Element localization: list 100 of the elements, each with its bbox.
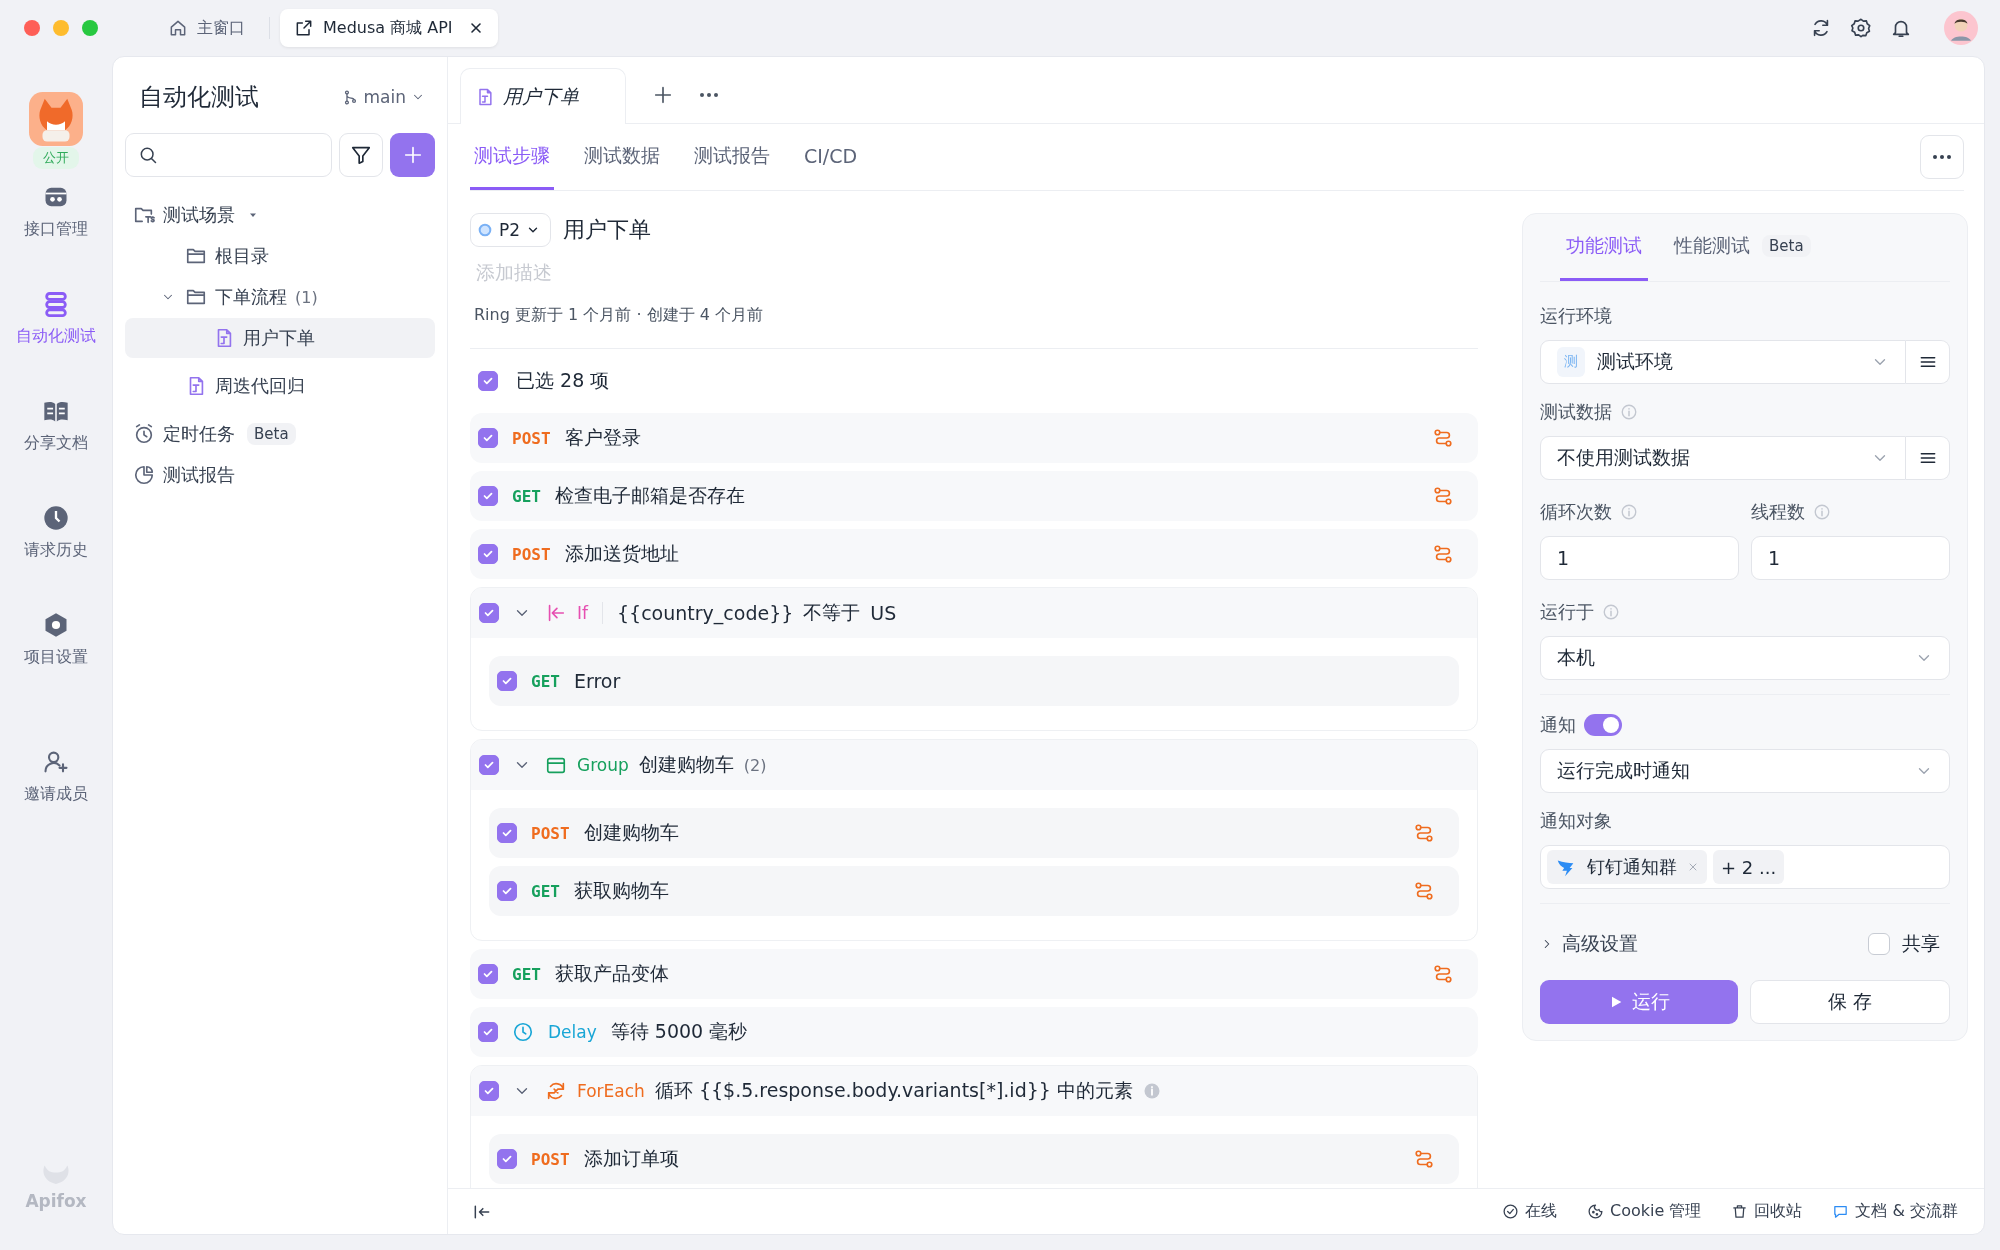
avatar-icon: [1944, 11, 1978, 45]
checkbox[interactable]: [479, 603, 499, 623]
checkbox[interactable]: [1868, 933, 1890, 955]
tree-item[interactable]: 测试场景: [125, 195, 435, 235]
checkbox[interactable]: [497, 1149, 517, 1169]
condition-variable: {{country_code}}: [617, 602, 794, 624]
remove-button[interactable]: [1687, 861, 1699, 873]
clock-icon: [42, 504, 70, 532]
step-name: 获取产品变体: [554, 961, 669, 986]
number-field[interactable]: 1: [1540, 536, 1739, 580]
tab[interactable]: 测试步骤: [470, 124, 554, 190]
tree-item[interactable]: 用户下单: [125, 318, 435, 358]
step-type: ForEach: [577, 1081, 645, 1101]
plus-icon: [652, 84, 674, 106]
file-tab[interactable]: 用户下单: [460, 68, 626, 124]
run-button[interactable]: 运行: [1540, 980, 1738, 1024]
tab[interactable]: 测试报告: [690, 124, 774, 190]
tree-item[interactable]: 定时任务 Beta: [125, 414, 435, 454]
checkbox[interactable]: [478, 1022, 498, 1042]
step-row[interactable]: POST 添加订单项: [489, 1134, 1459, 1184]
beta-badge: Beta: [247, 423, 296, 445]
step-row[interactable]: ForEach 循环 {{$.5.response.body.variants[*].id}} 中的元素: [471, 1066, 1477, 1116]
nav-item[interactable]: 分享文档: [24, 397, 88, 454]
number-field[interactable]: 1: [1751, 536, 1950, 580]
tree-item[interactable]: 下单流程 (1): [125, 277, 435, 317]
nav-item[interactable]: 接口管理: [24, 183, 88, 240]
tree-item[interactable]: 周迭代回归: [125, 366, 435, 406]
step-row[interactable]: If {{country_code}} 不等于 US: [471, 588, 1477, 638]
step-row[interactable]: Delay 等待 5000 毫秒: [470, 1007, 1478, 1057]
search-field[interactable]: [125, 133, 332, 177]
dropdown[interactable]: 运行完成时通知: [1540, 749, 1950, 793]
dropdown[interactable]: 本机: [1540, 636, 1950, 680]
checkbox[interactable]: [497, 823, 517, 843]
checkbox[interactable]: [478, 371, 498, 391]
recipient-tag: 钉钉通知群: [1547, 850, 1707, 884]
checkbox[interactable]: [497, 881, 517, 901]
step-row[interactable]: GET 获取产品变体: [470, 949, 1478, 999]
clock-icon: [512, 1021, 534, 1043]
filter-icon: [350, 144, 372, 166]
field-label: 循环次数: [1540, 500, 1612, 524]
tree-item[interactable]: 测试报告: [125, 455, 435, 495]
panel-title: 自动化测试: [139, 82, 259, 113]
http-method: POST: [512, 428, 551, 448]
step-name: 循环 {{$.5.response.body.variants[*].id}} 中的元素: [654, 1078, 1133, 1103]
checkbox[interactable]: [478, 428, 498, 448]
step-row[interactable]: GET 检查电子邮箱是否存在: [470, 471, 1478, 521]
pie-chart-icon: [133, 464, 155, 486]
nav-item[interactable]: 自动化测试: [16, 290, 96, 347]
tab[interactable]: 功能测试: [1560, 214, 1648, 281]
step-row[interactable]: GET Error: [489, 656, 1459, 706]
checkbox[interactable]: [479, 1081, 499, 1101]
checkbox[interactable]: [478, 544, 498, 564]
checkbox[interactable]: [478, 486, 498, 506]
recipient-field[interactable]: 钉钉通知群 + 2 ...: [1540, 845, 1950, 889]
window-tab[interactable]: 主窗口: [154, 9, 259, 47]
menu-button[interactable]: [1906, 436, 1950, 480]
tree-item[interactable]: 根目录: [125, 236, 435, 276]
advanced-toggle[interactable]: 高级设置: [1540, 931, 1638, 957]
window-tab[interactable]: Medusa 商城 API: [280, 9, 498, 47]
status-item[interactable]: 文档 & 交流群: [1832, 1201, 1958, 1222]
step-name: Error: [573, 670, 621, 692]
dropdown[interactable]: 测 测试环境: [1540, 340, 1906, 384]
status-item[interactable]: 回收站: [1731, 1201, 1803, 1222]
field-label: 通知: [1540, 713, 1576, 737]
step-row[interactable]: POST 创建购物车: [489, 808, 1459, 858]
menu-button[interactable]: [1906, 340, 1950, 384]
http-method: GET: [512, 964, 541, 984]
status-item[interactable]: Cookie 管理: [1586, 1201, 1702, 1222]
field-label: 运行于: [1540, 600, 1594, 624]
checkbox[interactable]: [497, 671, 517, 691]
tab[interactable]: 测试数据: [580, 124, 664, 190]
window-control-icon[interactable]: [82, 20, 98, 36]
checkbox[interactable]: [479, 755, 499, 775]
item-count: (1): [295, 287, 318, 307]
tab[interactable]: CI/CD: [800, 124, 862, 190]
status-item[interactable]: 在线: [1501, 1201, 1557, 1222]
more-count: + 2 ...: [1713, 850, 1785, 884]
branch-selector[interactable]: main: [341, 87, 425, 107]
step-row[interactable]: GET 获取购物车: [489, 866, 1459, 916]
nav-item[interactable]: 项目设置: [24, 611, 88, 668]
http-method: POST: [512, 544, 551, 564]
settings-button[interactable]: [1850, 17, 1872, 39]
nav-item[interactable]: 邀请成员: [24, 748, 88, 805]
filter-button[interactable]: [339, 133, 383, 177]
field-label: 通知对象: [1540, 809, 1612, 833]
add-button[interactable]: [390, 133, 435, 177]
step-type: Group: [577, 755, 629, 775]
tab[interactable]: 性能测试 Beta: [1668, 214, 1817, 281]
window-control-icon[interactable]: [24, 20, 40, 36]
save-button[interactable]: 保 存: [1750, 980, 1950, 1024]
step-name: 等待 5000 毫秒: [610, 1019, 748, 1044]
priority-selector[interactable]: P2: [470, 213, 552, 247]
nav-item[interactable]: 请求历史: [24, 504, 88, 561]
trash-icon: [1731, 1203, 1749, 1220]
step-name: 获取购物车: [573, 878, 669, 903]
dropdown[interactable]: 不使用测试数据: [1540, 436, 1906, 480]
step-row[interactable]: POST 客户登录: [470, 413, 1478, 463]
step-row[interactable]: POST 添加送货地址: [470, 529, 1478, 579]
toggle-switch[interactable]: [1584, 714, 1622, 736]
checkbox[interactable]: [478, 964, 498, 984]
